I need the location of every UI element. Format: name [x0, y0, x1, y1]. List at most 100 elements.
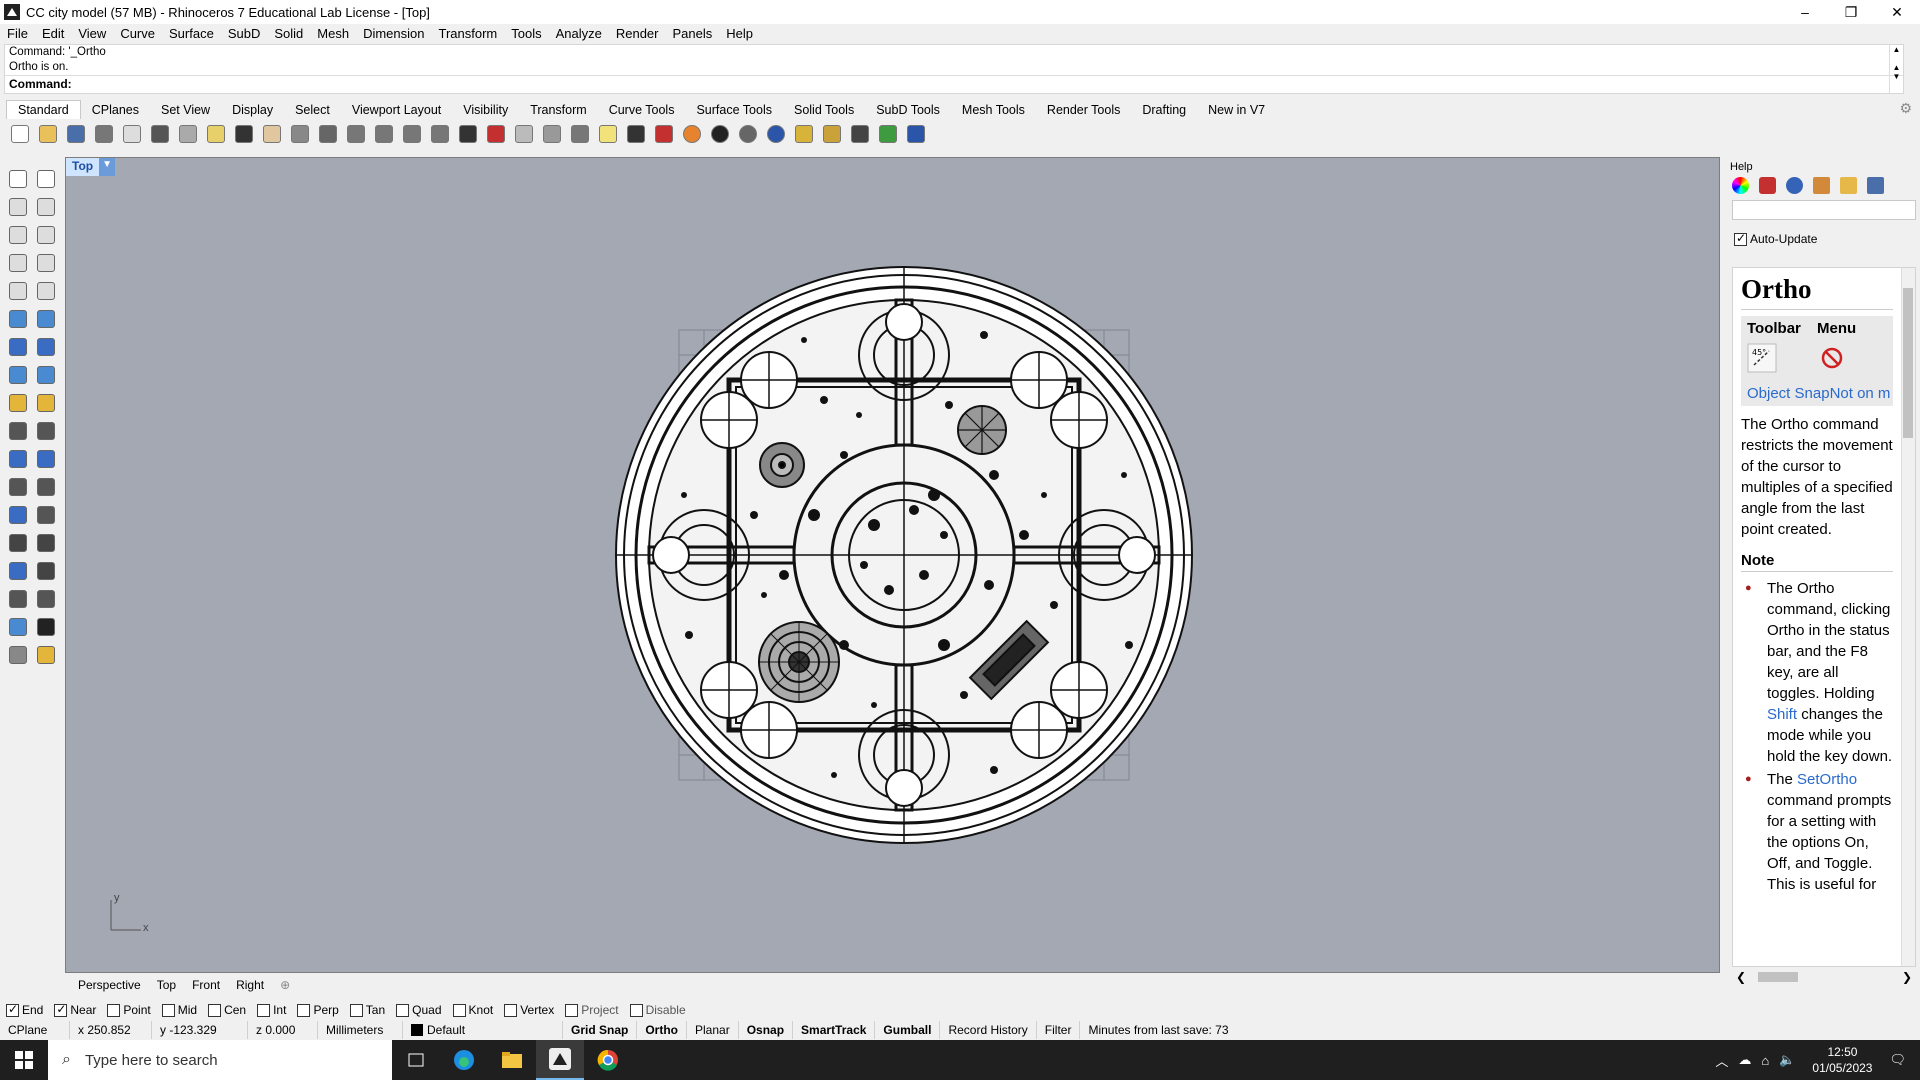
osnap-checkbox[interactable]	[396, 1003, 410, 1017]
scroll-right-icon[interactable]: ❯	[1902, 970, 1912, 984]
print-icon[interactable]	[90, 121, 118, 147]
help-vertical-scrollbar[interactable]	[1901, 268, 1915, 966]
osnap-end[interactable]: End	[6, 1002, 43, 1017]
gumball-tool-icon[interactable]	[4, 613, 32, 641]
clock[interactable]: 12:50 01/05/2023	[1812, 1044, 1872, 1076]
osnap-int[interactable]: Int	[257, 1003, 286, 1017]
align-icon[interactable]	[32, 445, 60, 473]
material-icon[interactable]	[1759, 177, 1776, 194]
onedrive-icon[interactable]: ☁	[1738, 1052, 1751, 1068]
gear-icon[interactable]	[818, 121, 846, 147]
edit-icon[interactable]	[32, 389, 60, 417]
osnap-project[interactable]: Project	[565, 1003, 619, 1017]
save-icon[interactable]	[62, 121, 90, 147]
polyline-icon[interactable]	[4, 193, 32, 221]
layer-tool-icon[interactable]	[32, 557, 60, 585]
boolean-icon[interactable]	[32, 333, 60, 361]
sphere-shaded-icon[interactable]	[734, 121, 762, 147]
rectangle-icon[interactable]	[32, 249, 60, 277]
car-icon[interactable]	[482, 121, 510, 147]
grid-snap-toggle[interactable]: Grid Snap	[563, 1021, 638, 1039]
menu-file[interactable]: File	[0, 26, 35, 41]
osnap-checkbox[interactable]	[452, 1003, 466, 1017]
text-icon[interactable]	[4, 501, 32, 529]
add-viewport-plus-icon[interactable]: ⊕	[272, 978, 298, 992]
sphere-icon[interactable]	[706, 121, 734, 147]
trim-icon[interactable]	[4, 417, 32, 445]
viewport-top[interactable]: Top ▼ y x	[65, 157, 1720, 973]
osnap-disable[interactable]: Disable	[629, 1003, 686, 1017]
osnap-near[interactable]: Near	[54, 1002, 96, 1017]
osnap-vertex[interactable]: Vertex	[504, 1003, 554, 1017]
volume-icon[interactable]: 🔈	[1779, 1052, 1795, 1068]
circle-tool-icon[interactable]	[4, 221, 32, 249]
osnap-checkbox[interactable]	[565, 1003, 579, 1017]
cplane-label[interactable]: CPlane	[0, 1021, 70, 1039]
box-icon[interactable]	[4, 333, 32, 361]
material-icon[interactable]	[650, 121, 678, 147]
shift-link[interactable]: Shift	[1767, 706, 1797, 723]
edge-browser-icon[interactable]	[440, 1040, 488, 1080]
cut-icon[interactable]	[146, 121, 174, 147]
help-horizontal-scrollbar[interactable]: ❮ ❯	[1732, 969, 1916, 985]
render-icon[interactable]	[762, 121, 790, 147]
network-icon[interactable]: ⌂	[1761, 1053, 1769, 1068]
paste-icon[interactable]	[202, 121, 230, 147]
zoom-previous-icon[interactable]	[426, 121, 454, 147]
osnap-knot[interactable]: Knot	[452, 1003, 493, 1017]
move-tool-icon[interactable]	[32, 585, 60, 613]
auto-update-option[interactable]: Auto-Update	[1734, 231, 1920, 246]
undo-icon[interactable]	[230, 121, 258, 147]
circle-icon[interactable]	[538, 121, 566, 147]
zoom-extents-icon[interactable]	[370, 121, 398, 147]
tab-right[interactable]: Right	[228, 978, 272, 992]
menu-surface[interactable]: Surface	[162, 26, 221, 41]
dimension-icon[interactable]	[846, 121, 874, 147]
zoom-selected-icon[interactable]	[398, 121, 426, 147]
tab-top[interactable]: Top	[149, 978, 184, 992]
brush-icon[interactable]	[1813, 177, 1830, 194]
object-snap-link[interactable]: Object Snap	[1747, 385, 1830, 402]
copy-icon[interactable]	[174, 121, 202, 147]
properties-icon[interactable]	[4, 641, 32, 669]
tab-standard[interactable]: Standard	[6, 100, 81, 119]
menu-subd[interactable]: SubD	[221, 26, 268, 41]
osnap-point[interactable]: Point	[107, 1003, 151, 1017]
split-icon[interactable]	[32, 417, 60, 445]
tray-chevron-up-icon[interactable]: ︿	[1715, 1051, 1728, 1070]
color-icon[interactable]	[678, 121, 706, 147]
polygon-icon[interactable]	[4, 249, 32, 277]
record-history-toggle[interactable]: Record History	[940, 1021, 1037, 1039]
notification-icon[interactable]: 🗨	[1889, 1052, 1906, 1068]
tab-new-in-v7[interactable]: New in V7	[1197, 101, 1276, 119]
new-icon[interactable]	[6, 121, 34, 147]
dimension-tool-icon[interactable]	[32, 501, 60, 529]
filter-toggle[interactable]: Filter	[1037, 1021, 1081, 1039]
settings-gear-icon[interactable]: ⚙	[1899, 100, 1912, 117]
color-wheel-icon[interactable]	[1732, 177, 1749, 194]
auto-update-checkbox[interactable]	[1734, 231, 1747, 246]
rhino-taskbar-icon[interactable]	[536, 1040, 584, 1080]
light-icon[interactable]	[566, 121, 594, 147]
curve-icon[interactable]	[32, 193, 60, 221]
osnap-checkbox[interactable]	[54, 1002, 68, 1017]
menu-tools[interactable]: Tools	[504, 26, 548, 41]
chrome-browser-icon[interactable]	[584, 1040, 632, 1080]
plane-surface-icon[interactable]	[32, 361, 60, 389]
menu-solid[interactable]: Solid	[267, 26, 310, 41]
environment-icon[interactable]	[1786, 177, 1803, 194]
help-panel-icon[interactable]	[1867, 177, 1884, 194]
transform-icon[interactable]	[32, 529, 60, 557]
osnap-perp[interactable]: Perp	[297, 1003, 339, 1017]
menu-view[interactable]: View	[71, 26, 113, 41]
start-windows-icon[interactable]	[0, 1040, 48, 1080]
osnap-toggle[interactable]: Osnap	[739, 1021, 794, 1039]
open-icon[interactable]	[34, 121, 62, 147]
arc-icon[interactable]	[4, 277, 32, 305]
select-arrow-icon[interactable]	[4, 165, 32, 193]
grid-icon[interactable]	[454, 121, 482, 147]
units-label[interactable]: Millimeters	[318, 1021, 403, 1039]
loft-icon[interactable]	[32, 305, 60, 333]
osnap-checkbox[interactable]	[6, 1002, 19, 1017]
menu-panels[interactable]: Panels	[665, 26, 719, 41]
